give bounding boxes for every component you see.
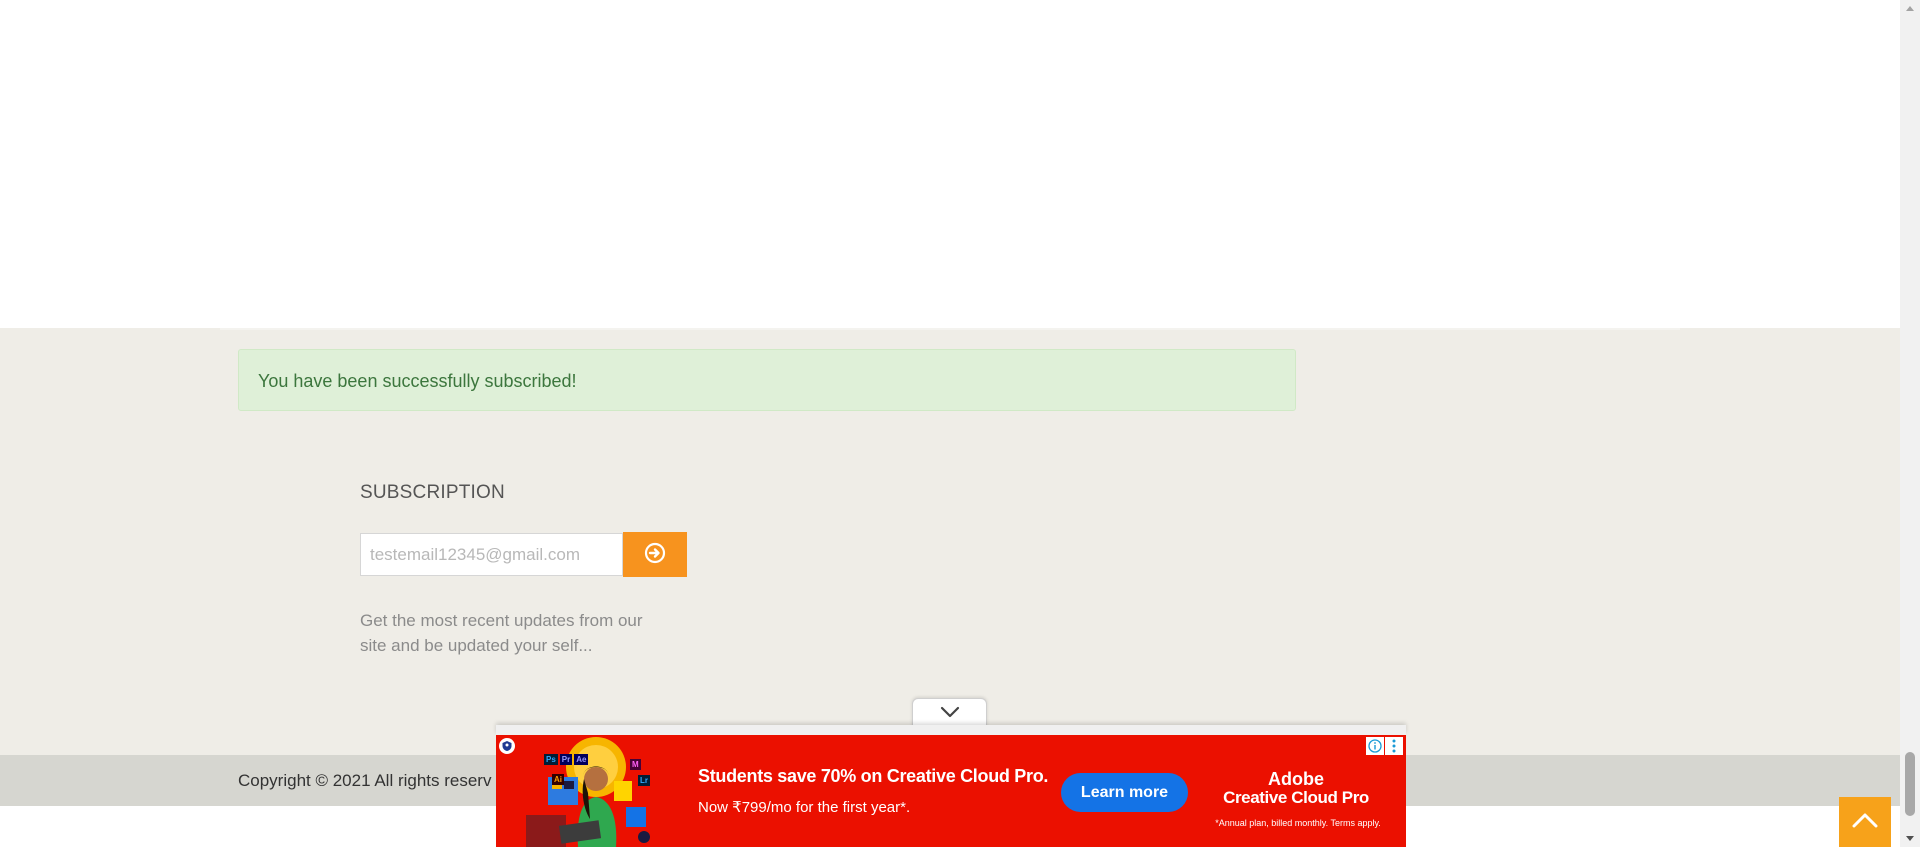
chevron-up-icon bbox=[1852, 812, 1878, 833]
ad-headline: Students save 70% on Creative Cloud Pro. bbox=[698, 766, 1049, 786]
ad-app-badge: Ae bbox=[574, 754, 589, 765]
footer-section: You have been successfully subscribed! S… bbox=[0, 328, 1900, 755]
ad-menu-icon[interactable] bbox=[1385, 737, 1403, 755]
ad-subline: Now ₹799/mo for the first year*. bbox=[698, 799, 911, 816]
success-alert: You have been successfully subscribed! bbox=[238, 349, 1296, 411]
page-content-blank bbox=[0, 0, 1900, 328]
ad-app-badge: M bbox=[630, 759, 641, 770]
ad-student-illustration: Ps Pr Ae Ai M Lr bbox=[526, 737, 666, 847]
subscription-description: Get the most recent updates from our sit… bbox=[360, 611, 643, 655]
scrollbar-thumb[interactable] bbox=[1905, 752, 1915, 816]
ad-banner[interactable]: Ps Pr Ae Ai M Lr Students save 70% on Cr… bbox=[496, 735, 1406, 847]
ad-privacy-icon[interactable] bbox=[499, 738, 515, 754]
copyright-text: Copyright © 2021 All rights reserv bbox=[238, 771, 492, 790]
arrow-circle-right-icon bbox=[644, 542, 666, 567]
subscribe-button[interactable] bbox=[623, 532, 687, 577]
ad-brand-name: Adobe bbox=[1268, 769, 1324, 789]
ad-app-badge: Ps bbox=[544, 754, 558, 765]
ad-top-edge bbox=[496, 725, 1406, 735]
ad-app-badge: Ai bbox=[552, 774, 564, 785]
footer-divider bbox=[220, 328, 1680, 330]
scroll-down-arrow-icon[interactable] bbox=[1900, 830, 1920, 847]
ad-app-badge: Pr bbox=[559, 754, 573, 765]
vertical-scrollbar[interactable] bbox=[1900, 0, 1920, 847]
ad-app-badge: Lr bbox=[638, 775, 650, 786]
success-alert-message: You have been successfully subscribed! bbox=[258, 371, 577, 391]
back-to-top-button[interactable] bbox=[1839, 797, 1891, 847]
ad-fine-print: *Annual plan, billed monthly. Terms appl… bbox=[1215, 818, 1381, 828]
ad-learn-more-button[interactable]: Learn more bbox=[1061, 773, 1188, 812]
chevron-down-icon bbox=[940, 705, 960, 723]
subscription-title: SUBSCRIPTION bbox=[360, 482, 505, 503]
scroll-up-arrow-icon[interactable] bbox=[1900, 0, 1920, 17]
ad-product-name: Creative Cloud Pro bbox=[1223, 788, 1369, 807]
ad-info-icon[interactable] bbox=[1366, 737, 1384, 755]
email-field[interactable] bbox=[360, 533, 623, 576]
